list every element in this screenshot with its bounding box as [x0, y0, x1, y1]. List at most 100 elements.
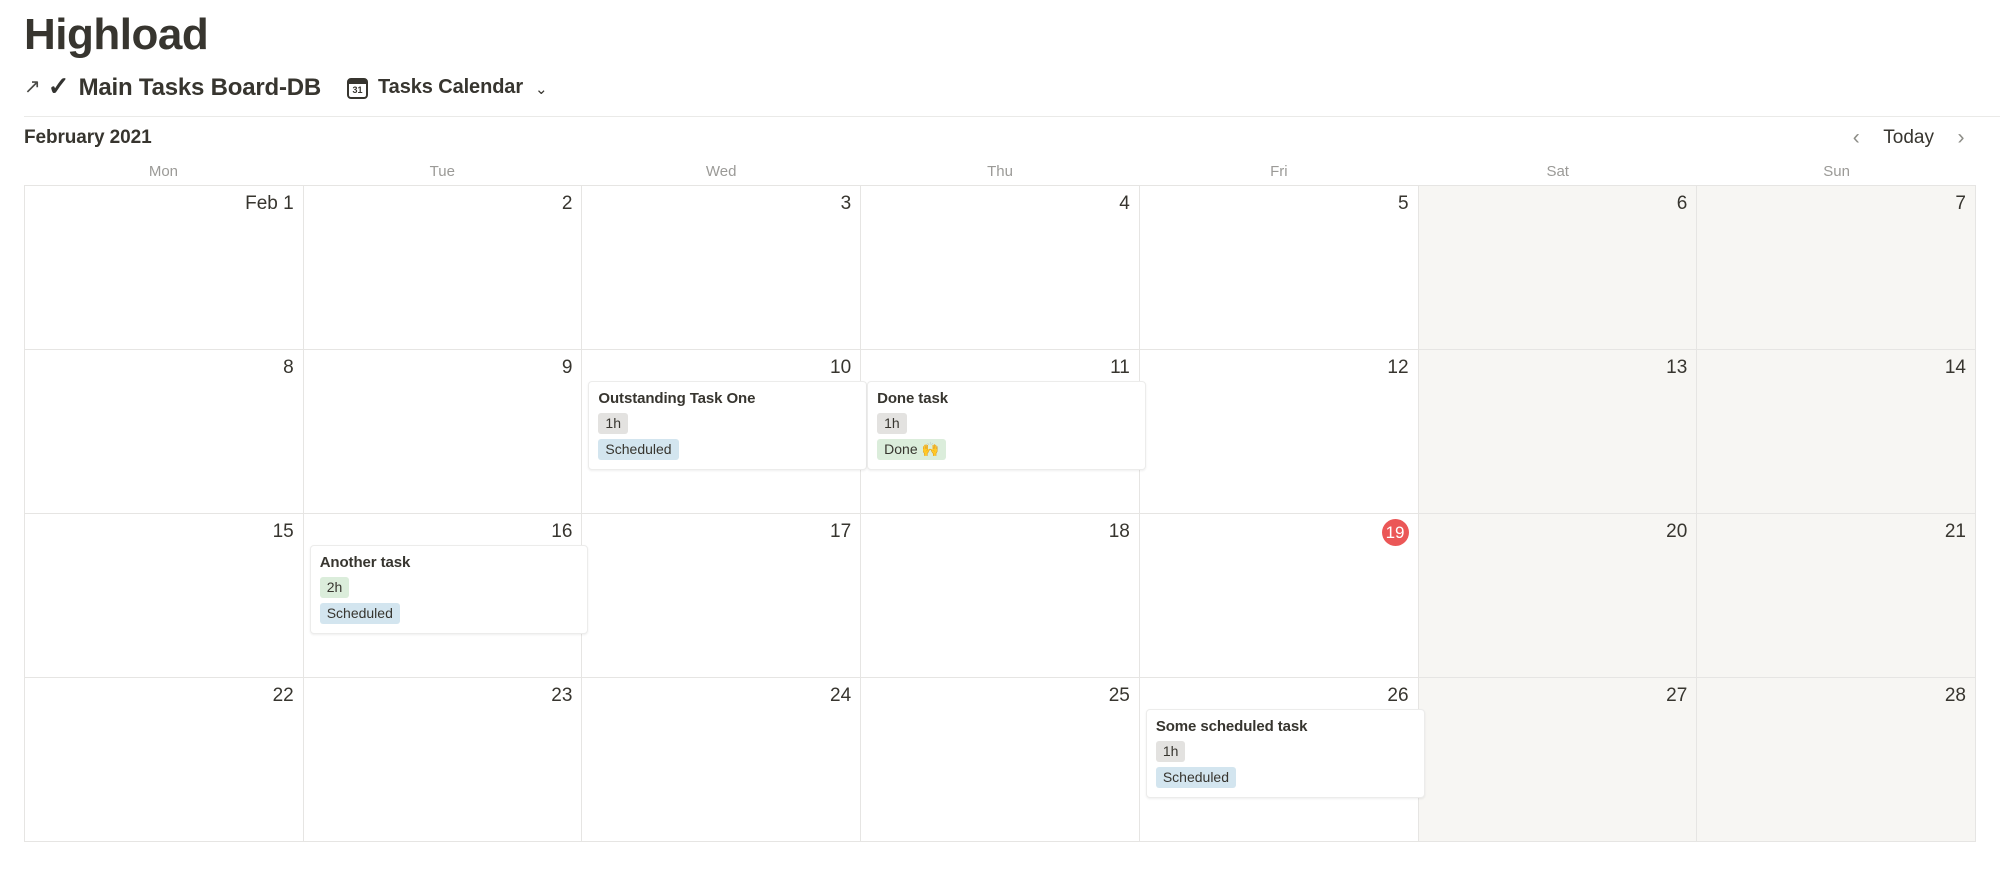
- weekday-label-sun: Sun: [1823, 162, 1850, 180]
- event-list: Outstanding Task One 1h Scheduled: [588, 380, 868, 470]
- day-number: 23: [551, 684, 573, 706]
- day-cell[interactable]: 22: [25, 677, 304, 842]
- weekday-label-thu: Thu: [987, 162, 1013, 180]
- day-number: 12: [1387, 356, 1409, 378]
- day-number: 15: [272, 520, 294, 542]
- page-title: Highload: [24, 10, 209, 59]
- day-number: 4: [1119, 192, 1130, 214]
- chevron-down-icon[interactable]: ⌄: [535, 80, 548, 98]
- event-title: Outstanding Task One: [598, 389, 756, 407]
- day-number: 13: [1666, 356, 1688, 378]
- day-cell[interactable]: 2: [303, 185, 583, 350]
- event-list: Done task 1h Done 🙌: [867, 380, 1146, 470]
- day-cell[interactable]: 5: [1139, 185, 1419, 350]
- day-cell[interactable]: 23: [303, 677, 583, 842]
- day-number: 11: [1110, 356, 1130, 378]
- day-cell[interactable]: 4: [861, 185, 1140, 350]
- day-cell[interactable]: 19: [1139, 513, 1419, 678]
- day-cell[interactable]: 14: [1697, 349, 1976, 514]
- calendar-grid: Feb 1 2 3 4 5 6 7 8 9 10 Outstanding Task One 1h Sch…: [24, 184, 1976, 842]
- event-list: Another task 2h Scheduled: [309, 544, 589, 634]
- day-cell[interactable]: 11 Done task 1h Done 🙌: [861, 349, 1146, 514]
- day-cell[interactable]: 26 Some scheduled task 1h Scheduled: [1139, 677, 1425, 842]
- event-duration-row: 1h: [598, 412, 857, 434]
- calendar-icon-day: 31: [352, 85, 363, 96]
- event-duration-row: 1h: [877, 412, 1136, 434]
- previous-month-button[interactable]: ‹: [1841, 123, 1871, 153]
- day-number: 8: [283, 356, 294, 378]
- check-icon: ✓: [47, 70, 70, 101]
- event-card[interactable]: Some scheduled task 1h Scheduled: [1145, 708, 1425, 798]
- weekday-label-fri: Fri: [1270, 162, 1288, 180]
- next-month-button[interactable]: ›: [1946, 123, 1976, 153]
- day-cell[interactable]: 13: [1418, 349, 1698, 514]
- day-cell[interactable]: 8: [25, 349, 304, 514]
- day-number: 22: [272, 684, 294, 706]
- day-number: Feb 1: [245, 192, 294, 214]
- day-number: 5: [1397, 192, 1409, 214]
- day-number: 10: [830, 356, 852, 378]
- weekday-label-sat: Sat: [1546, 162, 1569, 180]
- day-cell[interactable]: 18: [861, 513, 1140, 678]
- event-title: Another task: [319, 553, 411, 571]
- today-date-badge: 19: [1381, 518, 1409, 546]
- event-duration-row: 2h: [319, 576, 579, 598]
- current-month-label: February 2021: [24, 126, 152, 148]
- day-number: 27: [1666, 684, 1688, 706]
- event-card[interactable]: Done task 1h Done 🙌: [867, 380, 1146, 470]
- day-cell[interactable]: 24: [582, 677, 862, 842]
- breadcrumb-database-name[interactable]: Main Tasks Board-DB: [79, 74, 322, 102]
- day-cell[interactable]: 10 Outstanding Task One 1h Scheduled: [582, 349, 868, 514]
- event-title: Done task: [877, 389, 948, 407]
- calendar-navigation: ‹ Today ›: [1841, 123, 1976, 153]
- day-cell[interactable]: 25: [861, 677, 1140, 842]
- weekday-label-wed: Wed: [705, 162, 737, 180]
- weekday-label-tue: Tue: [429, 162, 455, 180]
- day-cell[interactable]: 3: [582, 185, 862, 350]
- day-number: 6: [1676, 192, 1688, 214]
- day-cell[interactable]: 6: [1418, 185, 1698, 350]
- event-status-row: Scheduled: [598, 438, 857, 460]
- day-number: 17: [830, 520, 852, 542]
- breadcrumb-view-name[interactable]: Tasks Calendar: [378, 76, 523, 99]
- event-status-row: Scheduled: [319, 602, 579, 624]
- event-status-chip: Done 🙌: [877, 438, 946, 460]
- day-number: 3: [840, 192, 852, 214]
- day-cell[interactable]: 28: [1697, 677, 1976, 842]
- day-number: 18: [1108, 520, 1130, 542]
- day-cell[interactable]: 20: [1418, 513, 1698, 678]
- event-duration-row: 1h: [1155, 740, 1415, 762]
- day-number: 21: [1944, 520, 1966, 542]
- day-number: 9: [561, 356, 573, 378]
- calendar-toolbar: February 2021 ‹ Today ›: [0, 117, 2000, 159]
- event-card[interactable]: Outstanding Task One 1h Scheduled: [588, 380, 868, 470]
- event-duration-chip: 1h: [877, 412, 907, 434]
- day-number: 2: [561, 192, 573, 214]
- page-header: Highload ↗ ✓ Main Tasks Board-DB 31 Task…: [0, 0, 2000, 117]
- day-cell[interactable]: 15: [25, 513, 304, 678]
- day-cell[interactable]: 21: [1697, 513, 1976, 678]
- event-status-chip: Scheduled: [598, 438, 679, 460]
- day-number: 26: [1387, 684, 1409, 706]
- day-cell[interactable]: 9: [303, 349, 583, 514]
- day-number: 7: [1955, 192, 1966, 214]
- day-cell[interactable]: 7: [1697, 185, 1976, 350]
- event-duration-chip: 1h: [1155, 740, 1186, 762]
- day-cell[interactable]: 16 Another task 2h Scheduled: [303, 513, 589, 678]
- day-cell[interactable]: 27: [1418, 677, 1698, 842]
- event-list: Some scheduled task 1h Scheduled: [1145, 708, 1425, 798]
- event-duration-chip: 1h: [598, 412, 628, 434]
- arrow-up-right-icon[interactable]: ↗: [24, 77, 41, 97]
- today-button[interactable]: Today: [1873, 123, 1944, 153]
- calendar-grid-container: Feb 1 2 3 4 5 6 7 8 9 10 Outstanding Task One 1h Sch…: [0, 184, 2000, 842]
- day-cell[interactable]: 17: [582, 513, 862, 678]
- day-number: 14: [1944, 356, 1966, 378]
- event-card[interactable]: Another task 2h Scheduled: [309, 544, 589, 634]
- calendar-icon: 31: [347, 78, 369, 100]
- weekday-label-mon: Mon: [148, 162, 179, 180]
- day-cell[interactable]: Feb 1: [25, 185, 304, 350]
- event-status-chip: Scheduled: [1155, 766, 1237, 788]
- day-cell[interactable]: 12: [1139, 349, 1419, 514]
- day-number: 20: [1666, 520, 1688, 542]
- event-status-row: Scheduled: [1155, 766, 1415, 788]
